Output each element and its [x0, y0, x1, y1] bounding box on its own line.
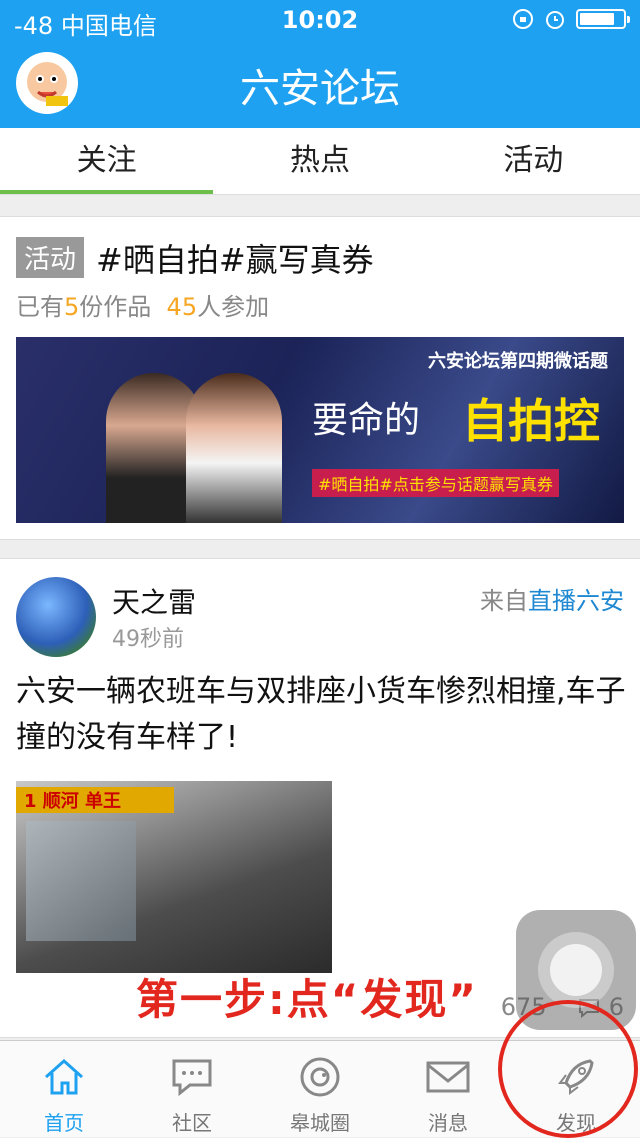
activity-badge: 活动 — [16, 237, 85, 278]
envelope-icon — [426, 1061, 470, 1093]
status-bar: -48 中国电信 10:02 — [0, 0, 640, 40]
orientation-lock-icon — [513, 9, 533, 29]
tab-following[interactable]: 关注 — [0, 128, 214, 194]
activity-meta: 已有5份作品 45人参加 — [16, 293, 270, 321]
banner-slogan-b: 自拍控 — [462, 394, 600, 448]
tutorial-step-text: 第一步:点“发现” — [136, 975, 479, 1024]
tab-messages[interactable]: 消息 — [384, 1041, 512, 1137]
tab-label: 消息 — [428, 1111, 468, 1135]
nav-bar: -48 中国电信 10:02 六安论坛 — [0, 0, 640, 128]
activity-title: #晒自拍#赢写真券 — [96, 241, 374, 279]
post-time: 49秒前 — [112, 627, 184, 652]
tab-label: 皋城圈 — [290, 1111, 350, 1135]
home-icon — [45, 1058, 83, 1095]
annotation-circle — [498, 1000, 638, 1138]
banner-figure — [186, 373, 282, 523]
tab-events[interactable]: 活动 — [427, 128, 640, 194]
tab-label: 社区 — [172, 1111, 212, 1135]
battery-icon — [576, 9, 630, 29]
banner-slogan-a: 要命的 — [312, 400, 421, 441]
post-body: 六安一辆农班车与双排座小货车惨烈相撞,车子撞的没有车样了! — [16, 674, 626, 755]
tab-home[interactable]: 首页 — [0, 1041, 128, 1137]
banner-sub-text: #晒自拍#点击参与话题赢写真券 — [312, 469, 559, 497]
banner-header-text: 六安论坛第四期微话题 — [428, 351, 608, 372]
tab-label: 首页 — [44, 1111, 84, 1135]
activity-card[interactable]: 活动 #晒自拍#赢写真券 已有5份作品 45人参加 六安论坛第四期微话题 要命的… — [0, 216, 640, 540]
page-title: 六安论坛 — [240, 66, 400, 112]
source-link[interactable]: 直播六安 — [528, 587, 624, 615]
alarm-icon — [546, 11, 564, 29]
tab-bar-top: 关注 热点 活动 — [0, 128, 640, 195]
tab-hot[interactable]: 热点 — [213, 128, 426, 194]
tab-circle[interactable]: 皋城圈 — [256, 1041, 384, 1137]
post-source: 来自直播六安 — [480, 587, 624, 615]
tab-community[interactable]: 社区 — [128, 1041, 256, 1137]
participants-count: 45 — [166, 293, 198, 321]
author-avatar[interactable] — [16, 577, 96, 657]
activity-banner[interactable]: 六安论坛第四期微话题 要命的 自拍控 #晒自拍#点击参与话题赢写真券 — [16, 337, 624, 523]
camera-circle-icon — [300, 1057, 340, 1097]
works-count: 5 — [64, 293, 80, 321]
author-name[interactable]: 天之雷 — [112, 581, 196, 621]
chat-bubble-icon — [172, 1059, 212, 1097]
post-image[interactable]: 1 顺河 单王 — [16, 781, 332, 973]
post-image-caption: 1 顺河 单王 — [16, 787, 174, 813]
